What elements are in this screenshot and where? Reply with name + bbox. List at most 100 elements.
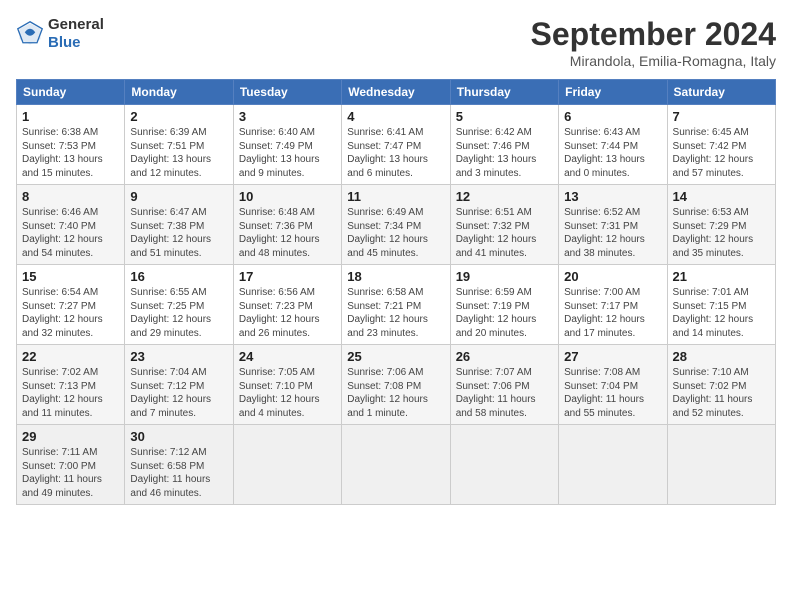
day-number: 8: [22, 189, 119, 204]
day-number: 6: [564, 109, 661, 124]
calendar-cell: 15 Sunrise: 6:54 AM Sunset: 7:27 PM Dayli…: [17, 265, 125, 345]
calendar-cell: 16 Sunrise: 6:55 AM Sunset: 7:25 PM Dayli…: [125, 265, 233, 345]
day-detail: Sunrise: 6:42 AM Sunset: 7:46 PM Dayligh…: [456, 126, 553, 180]
weekday-header-row: SundayMondayTuesdayWednesdayThursdayFrid…: [17, 80, 776, 105]
day-number: 7: [673, 109, 770, 124]
day-number: 9: [130, 189, 227, 204]
day-detail: Sunrise: 6:45 AM Sunset: 7:42 PM Dayligh…: [673, 126, 770, 180]
day-number: 28: [673, 349, 770, 364]
week-row-5: 29 Sunrise: 7:11 AM Sunset: 7:00 PM Dayli…: [17, 425, 776, 505]
day-detail: Sunrise: 6:52 AM Sunset: 7:31 PM Dayligh…: [564, 206, 661, 260]
calendar-cell: [667, 425, 775, 505]
calendar-cell: [342, 425, 450, 505]
day-detail: Sunrise: 7:00 AM Sunset: 7:17 PM Dayligh…: [564, 286, 661, 340]
day-detail: Sunrise: 6:49 AM Sunset: 7:34 PM Dayligh…: [347, 206, 444, 260]
day-number: 25: [347, 349, 444, 364]
day-number: 15: [22, 269, 119, 284]
day-number: 21: [673, 269, 770, 284]
calendar-cell: [559, 425, 667, 505]
day-detail: Sunrise: 7:02 AM Sunset: 7:13 PM Dayligh…: [22, 366, 119, 420]
day-number: 29: [22, 429, 119, 444]
day-number: 26: [456, 349, 553, 364]
day-number: 12: [456, 189, 553, 204]
page-header: General Blue September 2024 Mirandola, E…: [16, 16, 776, 69]
calendar-cell: 10Sunrise: 6:48 AM Sunset: 7:36 PM Dayli…: [233, 185, 341, 265]
weekday-header-monday: Monday: [125, 80, 233, 105]
day-detail: Sunrise: 6:47 AM Sunset: 7:38 PM Dayligh…: [130, 206, 227, 260]
day-number: 4: [347, 109, 444, 124]
calendar-cell: 9 Sunrise: 6:47 AM Sunset: 7:38 PM Daylig…: [125, 185, 233, 265]
day-detail: Sunrise: 6:48 AM Sunset: 7:36 PM Dayligh…: [239, 206, 336, 260]
day-detail: Sunrise: 6:40 AM Sunset: 7:49 PM Dayligh…: [239, 126, 336, 180]
day-detail: Sunrise: 7:05 AM Sunset: 7:10 PM Dayligh…: [239, 366, 336, 420]
day-number: 18: [347, 269, 444, 284]
weekday-header-tuesday: Tuesday: [233, 80, 341, 105]
day-detail: Sunrise: 7:11 AM Sunset: 7:00 PM Dayligh…: [22, 446, 119, 500]
calendar-cell: 30Sunrise: 7:12 AM Sunset: 6:58 PM Dayli…: [125, 425, 233, 505]
calendar-cell: 18 Sunrise: 6:58 AM Sunset: 7:21 PM Dayli…: [342, 265, 450, 345]
calendar-cell: 28 Sunrise: 7:10 AM Sunset: 7:02 PM Dayli…: [667, 345, 775, 425]
day-detail: Sunrise: 7:07 AM Sunset: 7:06 PM Dayligh…: [456, 366, 553, 420]
calendar-cell: [450, 425, 558, 505]
day-number: 20: [564, 269, 661, 284]
day-detail: Sunrise: 6:41 AM Sunset: 7:47 PM Dayligh…: [347, 126, 444, 180]
day-detail: Sunrise: 7:10 AM Sunset: 7:02 PM Dayligh…: [673, 366, 770, 420]
day-number: 30: [130, 429, 227, 444]
week-row-4: 22 Sunrise: 7:02 AM Sunset: 7:13 PM Dayli…: [17, 345, 776, 425]
day-number: 16: [130, 269, 227, 284]
day-detail: Sunrise: 6:38 AM Sunset: 7:53 PM Dayligh…: [22, 126, 119, 180]
location: Mirandola, Emilia-Romagna, Italy: [531, 53, 776, 69]
calendar-cell: 6 Sunrise: 6:43 AM Sunset: 7:44 PM Daylig…: [559, 105, 667, 185]
week-row-2: 8Sunrise: 6:46 AM Sunset: 7:40 PM Daylig…: [17, 185, 776, 265]
calendar-cell: 29 Sunrise: 7:11 AM Sunset: 7:00 PM Dayli…: [17, 425, 125, 505]
day-detail: Sunrise: 6:58 AM Sunset: 7:21 PM Dayligh…: [347, 286, 444, 340]
day-detail: Sunrise: 6:43 AM Sunset: 7:44 PM Dayligh…: [564, 126, 661, 180]
day-number: 1: [22, 109, 119, 124]
logo-icon: [16, 20, 44, 48]
logo: General Blue: [16, 16, 104, 52]
calendar-table: SundayMondayTuesdayWednesdayThursdayFrid…: [16, 79, 776, 505]
day-detail: Sunrise: 6:53 AM Sunset: 7:29 PM Dayligh…: [673, 206, 770, 260]
day-detail: Sunrise: 6:51 AM Sunset: 7:32 PM Dayligh…: [456, 206, 553, 260]
calendar-cell: 19Sunrise: 6:59 AM Sunset: 7:19 PM Dayli…: [450, 265, 558, 345]
calendar-cell: 22 Sunrise: 7:02 AM Sunset: 7:13 PM Dayli…: [17, 345, 125, 425]
calendar-cell: [233, 425, 341, 505]
calendar-cell: 8Sunrise: 6:46 AM Sunset: 7:40 PM Daylig…: [17, 185, 125, 265]
week-row-3: 15 Sunrise: 6:54 AM Sunset: 7:27 PM Dayli…: [17, 265, 776, 345]
day-number: 5: [456, 109, 553, 124]
day-detail: Sunrise: 6:55 AM Sunset: 7:25 PM Dayligh…: [130, 286, 227, 340]
day-detail: Sunrise: 7:06 AM Sunset: 7:08 PM Dayligh…: [347, 366, 444, 420]
day-detail: Sunrise: 7:04 AM Sunset: 7:12 PM Dayligh…: [130, 366, 227, 420]
day-detail: Sunrise: 7:01 AM Sunset: 7:15 PM Dayligh…: [673, 286, 770, 340]
day-number: 22: [22, 349, 119, 364]
logo-text: General Blue: [48, 16, 104, 52]
calendar-cell: 25 Sunrise: 7:06 AM Sunset: 7:08 PM Dayli…: [342, 345, 450, 425]
day-detail: Sunrise: 6:56 AM Sunset: 7:23 PM Dayligh…: [239, 286, 336, 340]
day-detail: Sunrise: 6:54 AM Sunset: 7:27 PM Dayligh…: [22, 286, 119, 340]
calendar-cell: 5 Sunrise: 6:42 AM Sunset: 7:46 PM Daylig…: [450, 105, 558, 185]
calendar-cell: 11 Sunrise: 6:49 AM Sunset: 7:34 PM Dayli…: [342, 185, 450, 265]
day-number: 3: [239, 109, 336, 124]
calendar-cell: 7 Sunrise: 6:45 AM Sunset: 7:42 PM Daylig…: [667, 105, 775, 185]
month-title: September 2024: [531, 16, 776, 53]
calendar-cell: 1 Sunrise: 6:38 AM Sunset: 7:53 PM Daylig…: [17, 105, 125, 185]
calendar-cell: 27Sunrise: 7:08 AM Sunset: 7:04 PM Dayli…: [559, 345, 667, 425]
calendar-cell: 13 Sunrise: 6:52 AM Sunset: 7:31 PM Dayli…: [559, 185, 667, 265]
calendar-cell: 23 Sunrise: 7:04 AM Sunset: 7:12 PM Dayli…: [125, 345, 233, 425]
day-number: 2: [130, 109, 227, 124]
calendar-cell: 14Sunrise: 6:53 AM Sunset: 7:29 PM Dayli…: [667, 185, 775, 265]
day-number: 23: [130, 349, 227, 364]
day-number: 24: [239, 349, 336, 364]
day-detail: Sunrise: 6:59 AM Sunset: 7:19 PM Dayligh…: [456, 286, 553, 340]
day-number: 17: [239, 269, 336, 284]
week-row-1: 1 Sunrise: 6:38 AM Sunset: 7:53 PM Daylig…: [17, 105, 776, 185]
day-number: 11: [347, 189, 444, 204]
calendar-cell: 17 Sunrise: 6:56 AM Sunset: 7:23 PM Dayli…: [233, 265, 341, 345]
calendar-cell: 21 Sunrise: 7:01 AM Sunset: 7:15 PM Dayli…: [667, 265, 775, 345]
calendar-cell: 3 Sunrise: 6:40 AM Sunset: 7:49 PM Daylig…: [233, 105, 341, 185]
weekday-header-wednesday: Wednesday: [342, 80, 450, 105]
day-number: 13: [564, 189, 661, 204]
calendar-cell: 2Sunrise: 6:39 AM Sunset: 7:51 PM Daylig…: [125, 105, 233, 185]
calendar-cell: 26 Sunrise: 7:07 AM Sunset: 7:06 PM Dayli…: [450, 345, 558, 425]
weekday-header-sunday: Sunday: [17, 80, 125, 105]
